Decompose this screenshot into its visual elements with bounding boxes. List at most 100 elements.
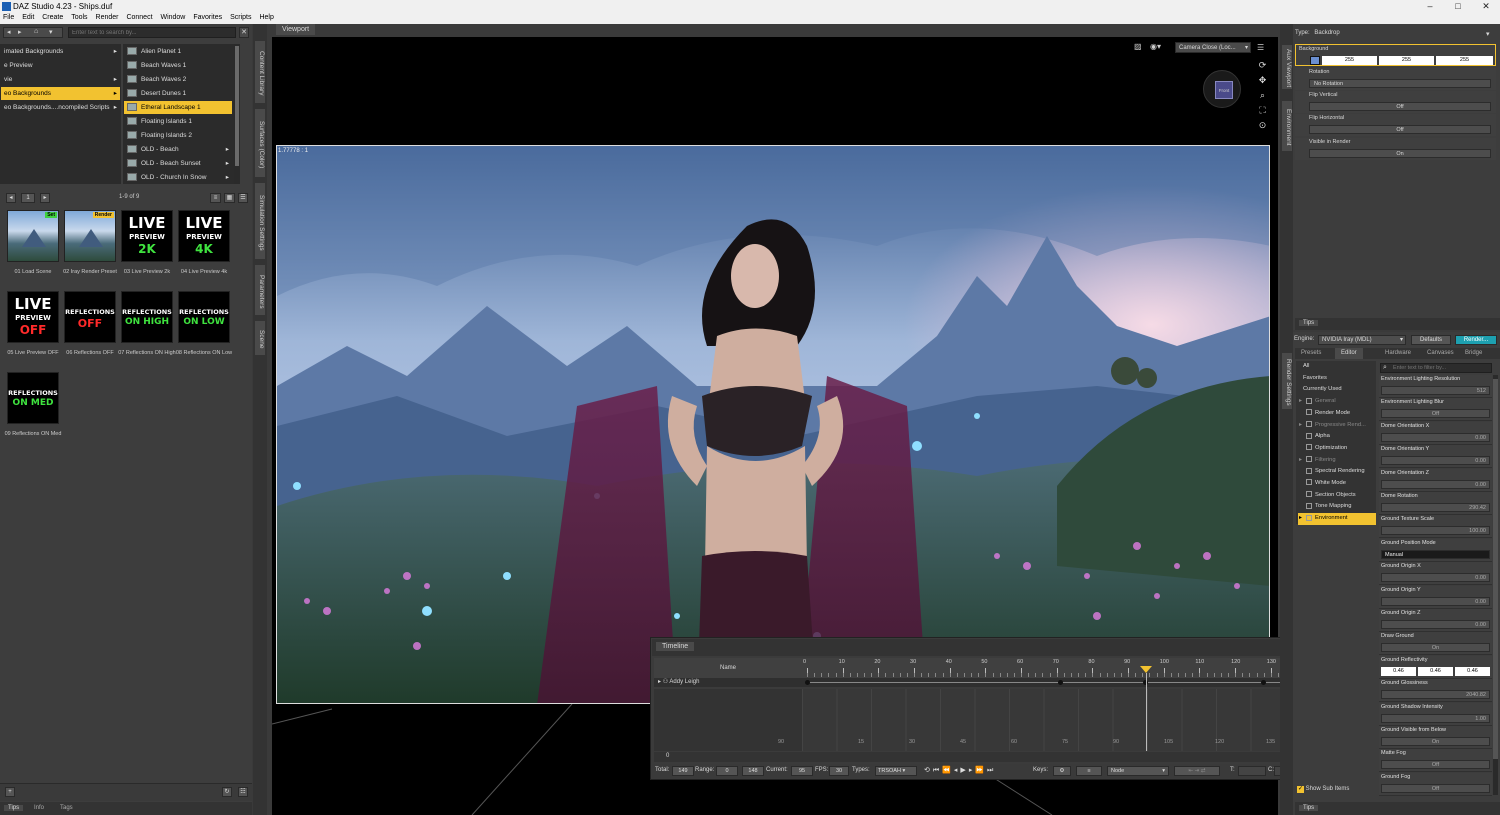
pan-icon[interactable]: ✥ (1256, 73, 1269, 88)
reset-view-icon[interactable]: ⊙ (1256, 118, 1269, 133)
content-item-row[interactable]: Alien Planet 1 (124, 45, 232, 58)
list-view-icon[interactable]: ☰ (238, 193, 248, 203)
add-icon[interactable]: + (5, 787, 15, 797)
render-section-item[interactable]: Spectral Rendering (1298, 466, 1376, 478)
render-property[interactable]: Ground Texture Scale 100.00 (1379, 515, 1492, 539)
folder-row[interactable]: eo Backgrounds....ncompiled Scripts ▸ (1, 101, 120, 114)
render-property[interactable]: Draw Ground On (1379, 632, 1492, 656)
search-clear-icon[interactable]: ✕ (239, 27, 249, 38)
expand-icon[interactable]: ▸ (658, 679, 661, 685)
vtab-scene[interactable]: Scene (254, 320, 266, 356)
section-checkbox-icon[interactable] (1306, 502, 1312, 509)
keys-options-icon[interactable]: ⚙ (1053, 766, 1071, 776)
vtab-simulation-settings[interactable]: Simulation Settings (254, 182, 266, 260)
keyframe-track[interactable] (802, 678, 1337, 687)
expand-icon[interactable]: ▸ (1299, 396, 1302, 407)
section-checkbox-icon[interactable] (1306, 479, 1312, 486)
content-item-row[interactable]: Floating Islands 2 (124, 129, 232, 142)
render-property-value[interactable]: On (1381, 737, 1490, 746)
section-checkbox-icon[interactable] (1306, 491, 1312, 498)
render-property[interactable]: Dome Orientation X 0.00 (1379, 421, 1492, 445)
preset-thumbnail[interactable]: LIVE PREVIEW OFF (7, 291, 59, 343)
render-section-item[interactable]: Optimization (1298, 443, 1376, 455)
flip-horizontal-toggle[interactable]: Off (1309, 125, 1491, 134)
render-filter-input[interactable] (1393, 364, 1489, 372)
content-item-row[interactable]: Desert Dunes 1 (124, 87, 232, 100)
prev-key-icon[interactable]: ⏪ (942, 767, 954, 774)
render-section-item[interactable]: White Mode (1298, 478, 1376, 490)
render-section-item[interactable]: Render Mode (1298, 408, 1376, 420)
defaults-button[interactable]: Defaults (1411, 335, 1451, 345)
menu-create[interactable]: Create (39, 13, 66, 21)
tab-presets[interactable]: Presets (1301, 350, 1321, 356)
prev-page-icon[interactable]: ◂ (6, 193, 16, 203)
graph-editor[interactable]: 90 15 30 45 60 75 90 105 120 135 (778, 689, 1318, 751)
timeline-ruler[interactable]: 0102030405060708090100110120130140148 (802, 658, 1340, 678)
rgb-value-field[interactable]: 0.46 (1418, 666, 1453, 676)
camera-select[interactable]: Camera Close (Loc... ▾ (1175, 42, 1251, 53)
render-property[interactable]: Ground Origin Z 0.00 (1379, 609, 1492, 632)
view-layout-icon[interactable]: ▨ (1134, 42, 1148, 53)
home-icon[interactable]: ⌂ (34, 28, 38, 35)
env-prop-visible-in-render[interactable]: Visible in Render On (1295, 138, 1496, 160)
page-number[interactable]: 1 (21, 193, 35, 203)
preset-thumbnail[interactable]: Set (7, 210, 59, 262)
section-checkbox-icon[interactable] (1306, 432, 1312, 439)
options-icon[interactable]: ☷ (238, 787, 248, 797)
render-property[interactable]: Matte Fog Off (1379, 749, 1492, 773)
refresh-icon[interactable]: ↻ (222, 787, 232, 797)
current-frame-field[interactable]: 95 (791, 766, 813, 776)
render-property-value[interactable]: 0.00 (1381, 596, 1490, 606)
env-type-chevron-icon[interactable]: ▾ (1486, 30, 1490, 38)
expand-arrow-icon[interactable]: ▸ (226, 157, 229, 170)
camera-icon[interactable]: ◉▾ (1150, 42, 1172, 53)
render-property-value[interactable]: 2040.82 (1381, 690, 1490, 700)
env-prop-flip-vertical[interactable]: Flip Vertical Off (1295, 91, 1496, 113)
timeline-scrubber[interactable]: 0 149 (654, 752, 1336, 762)
vtab-parameters[interactable]: Parameters (254, 264, 266, 316)
engine-select[interactable]: NVIDIA Iray (MDL) ▾ (1318, 335, 1406, 345)
render-property-value[interactable]: 0.00 (1381, 432, 1490, 442)
forward-icon[interactable]: ▸ (18, 28, 22, 36)
preset-thumbnail[interactable]: REFLECTIONS ON LOW (178, 291, 230, 343)
last-frame-icon[interactable]: ⏭ (987, 767, 996, 774)
preset-thumbnail[interactable]: REFLECTIONS ON HIGH (121, 291, 173, 343)
playhead-marker[interactable] (1139, 666, 1152, 673)
render-property[interactable]: Ground Shadow Intensity 1.00 (1379, 702, 1492, 726)
tab-editor[interactable]: Editor (1335, 348, 1363, 359)
preset-thumbnail[interactable]: REFLECTIONS ON MED (7, 372, 59, 424)
preset-thumbnail[interactable]: LIVE PREVIEW 4K (178, 210, 230, 262)
visible-in-render-toggle[interactable]: On (1309, 149, 1491, 158)
maximize-button[interactable]: □ (1444, 0, 1472, 13)
menu-tools[interactable]: Tools (68, 13, 90, 21)
flip-vertical-toggle[interactable]: Off (1309, 102, 1491, 111)
env-tips-tab[interactable]: Tips (1299, 320, 1319, 326)
content-search-input[interactable] (68, 27, 236, 38)
back-icon[interactable]: ◂ (7, 28, 11, 36)
render-property-value[interactable]: 0.00 (1381, 573, 1490, 583)
zoom-icon[interactable]: ⌕ (1256, 88, 1269, 103)
render-property-value[interactable]: Off (1381, 783, 1490, 793)
menu-window[interactable]: Window (157, 13, 188, 21)
env-prop-background[interactable]: Background 255 255 255 (1295, 44, 1496, 66)
grid-view-icon[interactable]: ▦ (224, 193, 235, 203)
tab-bridge[interactable]: Bridge (1465, 350, 1482, 356)
types-select[interactable]: TRSOAH ▾ (875, 766, 917, 776)
loop-icon[interactable]: ⟲ (924, 767, 933, 774)
viewport-tab[interactable]: Viewport (276, 24, 316, 35)
env-rotation-select[interactable]: No Rotation (1309, 79, 1491, 88)
tab-tags[interactable]: Tags (60, 805, 73, 811)
node-select[interactable]: Node ▾ (1107, 766, 1169, 776)
render-button[interactable]: Render... (1455, 335, 1497, 345)
section-checkbox-icon[interactable] (1306, 397, 1312, 404)
render-property[interactable]: Ground Reflectivity 0.46 0.46 0.46 (1379, 655, 1492, 679)
render-property[interactable]: Environment Lighting Blur Off (1379, 398, 1492, 422)
render-property-value[interactable]: Manual (1381, 549, 1490, 559)
menu-render[interactable]: Render (93, 13, 122, 21)
close-button[interactable]: ✕ (1472, 0, 1500, 13)
expand-icon[interactable]: ▸ (1299, 420, 1302, 431)
expand-icon[interactable]: ▸ (1299, 455, 1302, 466)
render-property[interactable]: Ground Position Mode Manual (1379, 538, 1492, 562)
render-property-value[interactable]: 100.00 (1381, 526, 1490, 536)
next-key-icon[interactable]: ⏩ (975, 767, 987, 774)
